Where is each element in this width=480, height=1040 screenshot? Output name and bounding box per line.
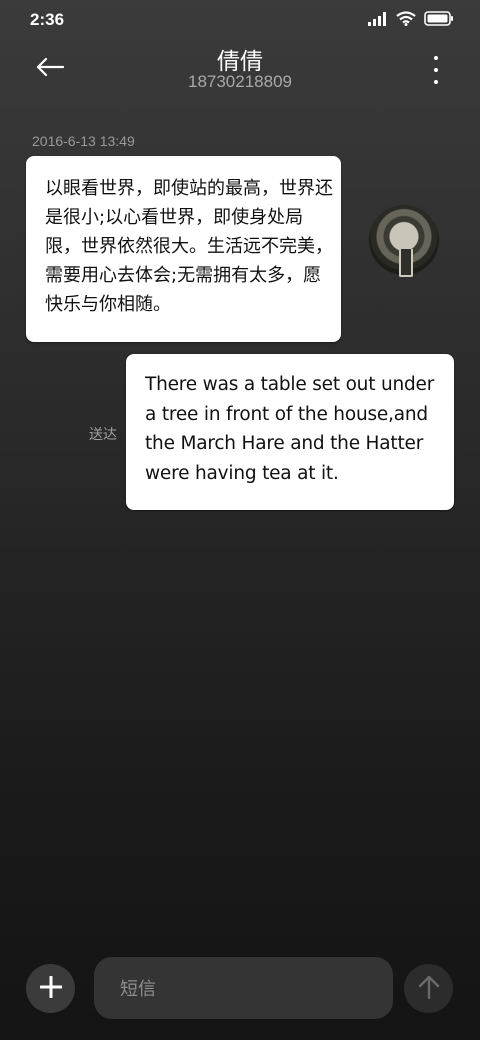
- more-dot: [434, 80, 438, 84]
- avatar-detail: [399, 249, 413, 277]
- send-arrow-up-icon: [418, 975, 440, 1003]
- more-dot: [434, 56, 438, 60]
- send-button[interactable]: [404, 964, 453, 1013]
- more-options-button[interactable]: [428, 56, 444, 84]
- contact-name: 倩倩: [217, 49, 263, 75]
- incoming-message-bubble[interactable]: 以眼看世界，即使站的最高，世界还是很小;以心看世界，即使身处局限，世界依然很大。…: [26, 156, 341, 342]
- incoming-message-text: 以眼看世界，即使站的最高，世界还是很小;以心看世界，即使身处局限，世界依然很大。…: [45, 178, 333, 315]
- more-dot: [434, 68, 438, 72]
- avatar[interactable]: [369, 205, 439, 277]
- outgoing-message-text: There was a table set out under a tree i…: [145, 374, 435, 484]
- message-input-container[interactable]: [94, 957, 393, 1021]
- message-input[interactable]: [118, 957, 382, 1021]
- wifi-icon: [396, 11, 416, 30]
- signal-icon: [368, 11, 388, 30]
- compose-bar: [0, 955, 480, 1021]
- status-icons: [368, 11, 454, 30]
- status-time: 2:36: [30, 10, 65, 29]
- message-timestamp: 2016-6-13 13:49: [32, 133, 135, 149]
- plus-icon: [39, 975, 62, 1002]
- delivery-status: 送达: [89, 427, 117, 443]
- battery-icon: [424, 11, 454, 30]
- add-attachment-button[interactable]: [26, 964, 75, 1013]
- status-bar: 2:36: [0, 0, 480, 42]
- outgoing-message-bubble[interactable]: There was a table set out under a tree i…: [126, 354, 454, 510]
- contact-number: 18730218809: [187, 72, 292, 91]
- conversation-header: 倩倩 18730218809: [0, 42, 480, 102]
